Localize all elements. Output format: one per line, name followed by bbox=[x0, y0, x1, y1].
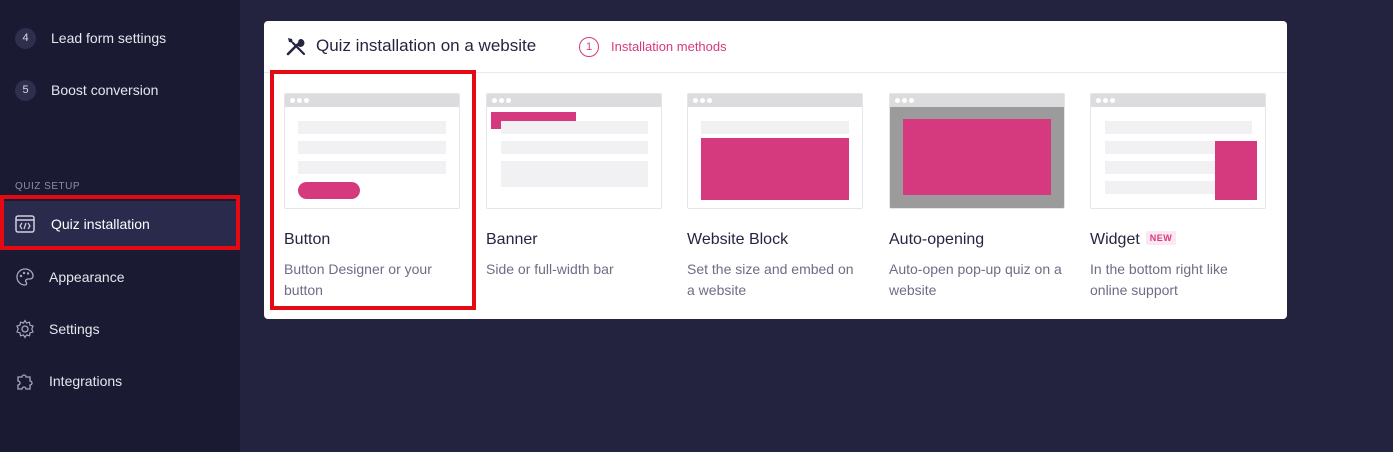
method-title: Banner bbox=[486, 231, 538, 248]
website-block-preview bbox=[687, 93, 863, 209]
sidebar-item-appearance[interactable]: Appearance bbox=[0, 254, 240, 300]
sidebar-item-label: Integrations bbox=[49, 373, 123, 389]
method-description: Set the size and embed on a website bbox=[687, 261, 854, 298]
method-title: Website Block bbox=[687, 231, 789, 248]
widget-preview bbox=[1090, 93, 1266, 209]
method-description: Auto-open pop-up quiz on a website bbox=[889, 261, 1062, 298]
step-indicator: 1 bbox=[579, 37, 599, 57]
method-title: Button bbox=[284, 231, 331, 248]
installation-card: Quiz installation on a website 1 Install… bbox=[264, 21, 1287, 319]
gear-icon bbox=[14, 318, 36, 340]
method-card-banner[interactable]: Banner Side or full-width bar bbox=[486, 93, 664, 313]
method-description: Side or full-width bar bbox=[486, 261, 614, 277]
method-title: Auto-opening bbox=[889, 231, 985, 248]
new-badge: NEW bbox=[1145, 231, 1177, 245]
method-card-widget[interactable]: Widget NEW In the bottom right like onlin… bbox=[1090, 93, 1268, 313]
step-item-lead-form-settings[interactable]: 4 Lead form settings bbox=[0, 18, 240, 58]
sidebar-item-label: Settings bbox=[49, 321, 100, 337]
card-header: Quiz installation on a website 1 Install… bbox=[264, 21, 1287, 73]
method-description: Button Designer or your button bbox=[284, 261, 432, 298]
sidebar-item-settings[interactable]: Settings bbox=[0, 306, 240, 352]
button-preview bbox=[284, 93, 460, 209]
page-title: Quiz installation on a website bbox=[316, 36, 537, 55]
puzzle-icon bbox=[14, 370, 36, 392]
installation-methods-link[interactable]: Installation methods bbox=[611, 39, 727, 54]
auto-opening-preview bbox=[889, 93, 1065, 209]
method-description: In the bottom right like online support bbox=[1090, 261, 1228, 298]
sidebar-item-integrations[interactable]: Integrations bbox=[0, 358, 240, 404]
step-item-boost-conversion[interactable]: 5 Boost conversion bbox=[0, 70, 240, 110]
method-title-text: Widget bbox=[1090, 231, 1140, 248]
method-card-button[interactable]: Button Button Designer or your button bbox=[284, 93, 462, 313]
section-title-quiz-setup: QUIZ SETUP bbox=[15, 181, 81, 192]
step-label: Lead form settings bbox=[51, 30, 167, 46]
method-title: Widget NEW bbox=[1090, 231, 1177, 249]
tools-icon bbox=[285, 35, 307, 57]
step-label: Boost conversion bbox=[51, 82, 159, 98]
banner-preview bbox=[486, 93, 662, 209]
method-card-auto-opening[interactable]: Auto-opening Auto-open pop-up quiz on a … bbox=[889, 93, 1067, 313]
sidebar: 4 Lead form settings 5 Boost conversion … bbox=[0, 0, 240, 452]
palette-icon bbox=[14, 266, 36, 288]
step-number: 4 bbox=[15, 27, 36, 49]
sidebar-item-label: Appearance bbox=[49, 269, 125, 285]
sidebar-item-label: Quiz installation bbox=[51, 216, 150, 232]
sidebar-item-quiz-installation[interactable]: Quiz installation bbox=[0, 201, 240, 247]
code-window-icon bbox=[14, 213, 36, 235]
step-number: 5 bbox=[15, 79, 36, 101]
method-card-website-block[interactable]: Website Block Set the size and embed on … bbox=[687, 93, 865, 313]
